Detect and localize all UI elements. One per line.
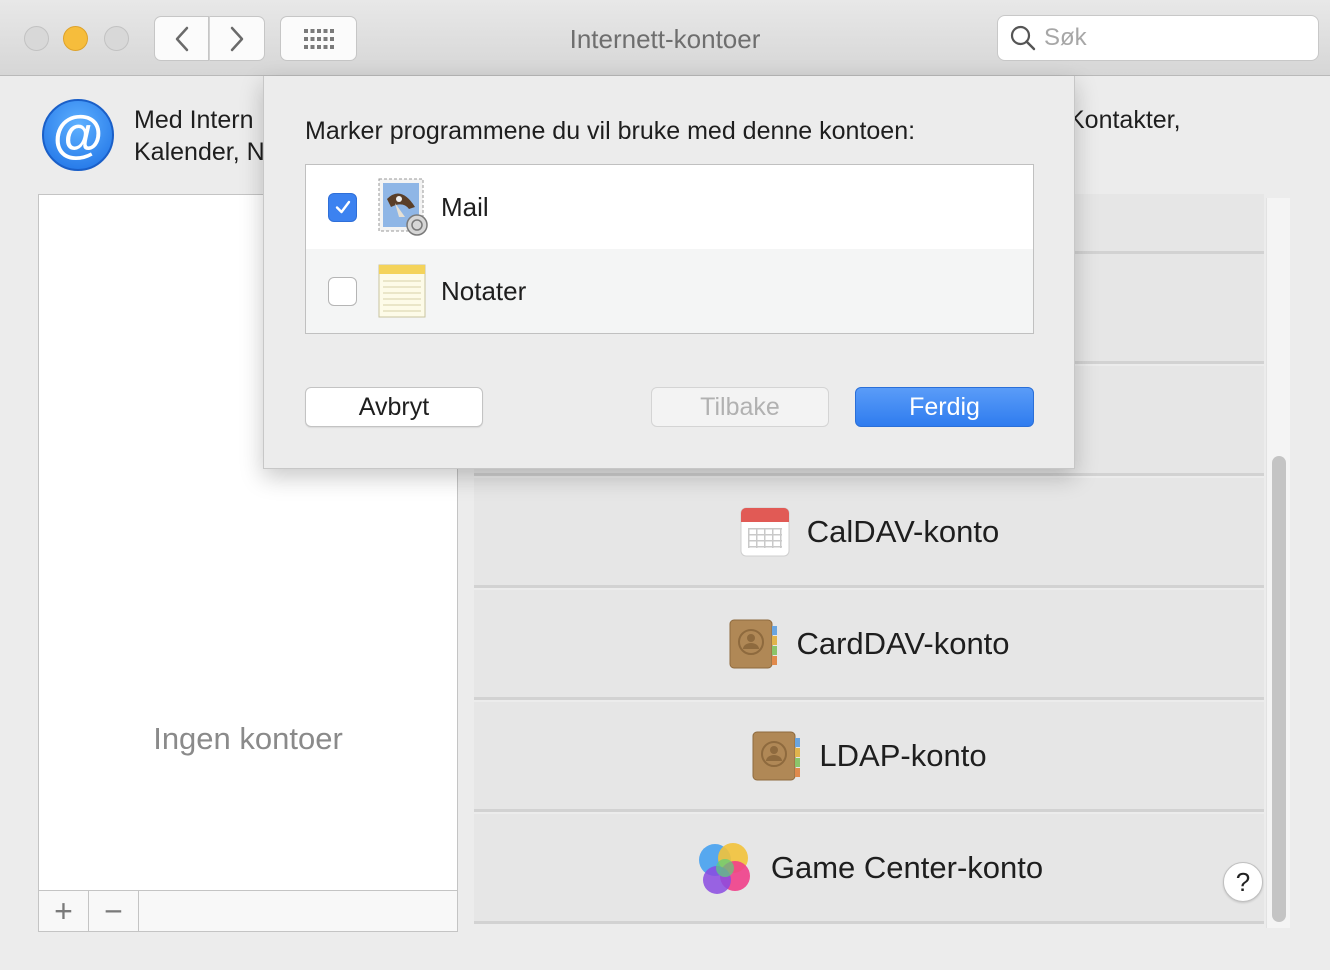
sheet-prompt: Marker programmene du vil bruke med denn…	[305, 117, 916, 145]
done-button[interactable]: Ferdig	[855, 387, 1034, 427]
search-field[interactable]	[997, 15, 1319, 61]
mail-icon	[378, 178, 428, 236]
minus-icon: −	[104, 892, 123, 929]
provider-label: Game Center-konto	[770, 849, 1044, 885]
description-line-2: Kalender, N	[134, 138, 265, 166]
contacts-icon	[729, 619, 778, 668]
titlebar: Internett-kontoer	[0, 0, 1330, 76]
notes-icon	[378, 264, 426, 318]
provider-scroll-thumb[interactable]	[1272, 456, 1286, 922]
help-button[interactable]: ?	[1223, 862, 1263, 902]
app-label: Notater	[441, 275, 527, 306]
add-account-button[interactable]: +	[39, 891, 89, 931]
provider-row-caldav[interactable]: CalDAV-konto	[474, 478, 1264, 588]
game-center-icon	[698, 842, 750, 894]
description-line-1-end: Kontakter,	[1068, 106, 1181, 134]
provider-label: CalDAV-konto	[806, 513, 1000, 549]
account-list-toolbar: + −	[38, 890, 458, 932]
app-selection-sheet: Marker programmene du vil bruke med denn…	[263, 76, 1075, 469]
cancel-button[interactable]: Avbryt	[305, 387, 483, 427]
back-sheet-button[interactable]: Tilbake	[651, 387, 829, 427]
mail-checkbox[interactable]	[328, 192, 357, 222]
description-line-1: Med Intern	[134, 106, 254, 134]
empty-accounts-label: Ingen kontoer	[153, 721, 343, 756]
app-row-notes[interactable]: Notater	[306, 249, 1033, 333]
contacts-icon	[752, 731, 801, 780]
search-input[interactable]	[1044, 24, 1304, 52]
provider-row-game-center[interactable]: Game Center-konto	[474, 814, 1264, 924]
provider-label: LDAP-konto	[819, 737, 987, 773]
search-icon	[1010, 25, 1036, 51]
app-label: Mail	[441, 191, 489, 222]
provider-row-ldap[interactable]: LDAP-konto	[474, 702, 1264, 812]
plus-icon: +	[54, 892, 73, 929]
notes-checkbox[interactable]	[328, 276, 357, 306]
app-row-mail[interactable]: Mail	[306, 165, 1033, 249]
provider-row-carddav[interactable]: CardDAV-konto	[474, 590, 1264, 700]
provider-label: CardDAV-konto	[796, 625, 1010, 661]
remove-account-button[interactable]: −	[89, 891, 139, 931]
calendar-icon	[740, 507, 790, 556]
app-table: Mail Notater	[305, 164, 1034, 334]
internet-accounts-icon: @	[42, 99, 114, 171]
checkmark-icon	[335, 200, 350, 214]
